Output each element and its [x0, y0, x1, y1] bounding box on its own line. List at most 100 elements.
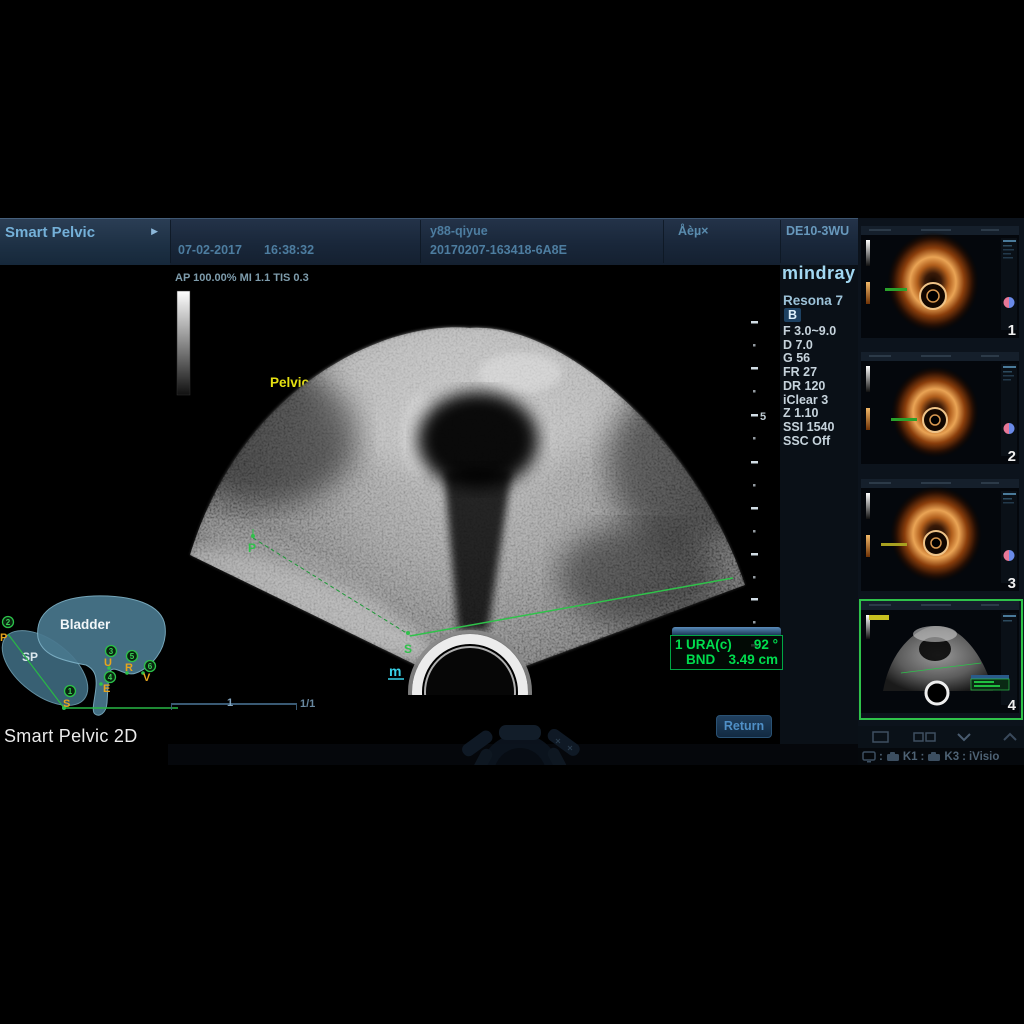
shortcut-separator: :: [962, 751, 966, 763]
measurement-index: 1: [675, 637, 686, 652]
tab-smart-pelvic-label: Smart Pelvic: [5, 224, 95, 241]
thumbnail-annotation: [881, 543, 907, 546]
letterbox-bottom: [0, 765, 1024, 1024]
thumbnail-2[interactable]: 2: [861, 352, 1019, 464]
imaging-mode-badge: B: [784, 308, 801, 322]
dual-layout-icon[interactable]: [926, 733, 935, 741]
thumbnail-annotation: [891, 418, 917, 421]
shortcut-key-k3: K3: [944, 751, 959, 763]
thumbnail-annotation: [885, 288, 907, 291]
svg-text:E: E: [103, 683, 110, 695]
param-gain: G 56: [783, 352, 836, 366]
workflow-caption: Smart Pelvic 2D: [4, 726, 138, 747]
svg-text:1: 1: [68, 687, 73, 696]
dual-layout-icon[interactable]: [914, 733, 923, 741]
thumbnail-annotation: [869, 615, 889, 620]
trackball-top-key[interactable]: [499, 725, 541, 740]
caliper-point-s[interactable]: [406, 631, 410, 635]
svg-text:6: 6: [148, 662, 153, 671]
pager-current-marker[interactable]: 1: [224, 697, 236, 709]
thumbnail-2-number: 2: [1008, 448, 1016, 465]
monitor-icon: [862, 751, 876, 763]
chevron-right-icon[interactable]: ▶: [151, 226, 158, 237]
orientation-marker: m: [388, 663, 404, 679]
measurement-value-ura: 92 °: [754, 637, 778, 652]
thumbnail-3-number: 3: [1008, 575, 1016, 592]
bladder-label: Bladder: [60, 617, 111, 632]
thumbnail-1[interactable]: 1: [861, 226, 1019, 338]
exam-date: 07-02-2017: [178, 243, 242, 257]
orientation-marker-m: m: [389, 663, 401, 679]
caliper-point-p[interactable]: [251, 534, 255, 538]
chevron-up-icon[interactable]: [1004, 734, 1016, 740]
shortcut-separator: :: [879, 751, 883, 763]
svg-text:2: 2: [6, 618, 11, 627]
camera-icon: [886, 751, 900, 762]
measurement-box-titlebar[interactable]: [672, 627, 781, 635]
svg-text:S: S: [63, 698, 70, 710]
measurement-name-bnd: BND: [686, 652, 728, 667]
svg-text:U: U: [104, 657, 112, 669]
param-frequency: F 3.0~9.0: [783, 325, 836, 339]
thumbnail-3[interactable]: 3: [861, 479, 1019, 591]
header-divider: [663, 220, 664, 263]
return-button[interactable]: Return: [716, 715, 772, 738]
thumbnail-1-number: 1: [1008, 322, 1016, 339]
system-model: Resona 7: [783, 293, 843, 308]
svg-text:R: R: [125, 662, 133, 674]
thumbnail-3-image: [861, 479, 1019, 591]
symphysis-label: SP: [22, 650, 38, 664]
header-divider: [420, 220, 421, 263]
header-divider: [170, 220, 171, 263]
depth-ruler: 5: [751, 321, 766, 647]
shortcut-separator: :: [921, 751, 925, 763]
param-iclear: iClear 3: [783, 394, 836, 408]
pager-page-indicator: 1/1: [300, 698, 315, 710]
thumbnail-4[interactable]: 4: [861, 601, 1019, 713]
operator-field: Åèµ×: [678, 224, 708, 238]
chevron-down-icon[interactable]: [958, 734, 970, 740]
pelvic-schematic-diagram: Bladder SP 1 S 2 P 3 U 4 E 5 R 6 V: [0, 592, 180, 727]
svg-text:3: 3: [109, 647, 114, 656]
shortcut-hint-bar: : K1 : K3 : iVisio: [858, 748, 1024, 765]
measurement-name-ura: URA(c): [686, 637, 754, 652]
thumbnail-4-number: 4: [1008, 697, 1016, 714]
param-zoom: Z 1.10: [783, 407, 836, 421]
diagram-point-v: 6 V: [143, 661, 156, 685]
probe-model: DE10-3WU: [786, 224, 849, 238]
measurement-result-box: 1 URA(c) 92 ° BND 3.49 cm: [670, 627, 783, 670]
depth-tick-label: 5: [760, 411, 766, 423]
exam-id: 20170207-163418-6A8E: [430, 243, 567, 257]
param-ssi: SSI 1540: [783, 421, 836, 435]
shortcut-key-k1: K1: [903, 751, 918, 763]
measurement-value-bnd: 3.49 cm: [728, 652, 778, 667]
param-depth: D 7.0: [783, 339, 836, 353]
svg-text:5: 5: [130, 652, 135, 661]
thumbnail-2-image: [861, 352, 1019, 464]
grayscale-bar: [177, 291, 190, 395]
imaging-parameters: F 3.0~9.0 D 7.0 G 56 FR 27 DR 120 iClear…: [783, 325, 836, 448]
trackball-control-hint: [452, 722, 588, 765]
ultrasound-workstation-screen: { "header": { "tab_label": "Smart Pelvic…: [0, 0, 1024, 1024]
svg-text:V: V: [143, 672, 151, 684]
caliper-label-s: S: [404, 642, 412, 656]
param-dynamic-range: DR 120: [783, 380, 836, 394]
caliper-label-p: P: [248, 541, 256, 555]
tab-smart-pelvic[interactable]: Smart Pelvic ▶: [0, 218, 170, 265]
exam-time: 16:38:32: [264, 243, 314, 257]
svg-text:P: P: [0, 632, 7, 644]
single-layout-icon[interactable]: [873, 732, 888, 742]
header-divider: [780, 220, 781, 263]
shortcut-ivision-label: iVisio: [969, 751, 999, 763]
patient-name: y88-qiyue: [430, 224, 488, 238]
camera-icon: [927, 751, 941, 762]
measurement-box-body: 1 URA(c) 92 ° BND 3.49 cm: [670, 635, 783, 670]
mindray-logo: mindray: [782, 263, 856, 284]
diagram-point-e: 4 E: [103, 672, 116, 696]
svg-text:4: 4: [108, 673, 113, 682]
clipboard-toolbar: [858, 726, 1024, 748]
thumbnail-1-image: [861, 226, 1019, 338]
acoustic-output-status: AP 100.00% MI 1.1 TIS 0.3: [175, 272, 309, 284]
thumbnail-4-image: [861, 601, 1019, 713]
param-ssc: SSC Off: [783, 435, 836, 449]
